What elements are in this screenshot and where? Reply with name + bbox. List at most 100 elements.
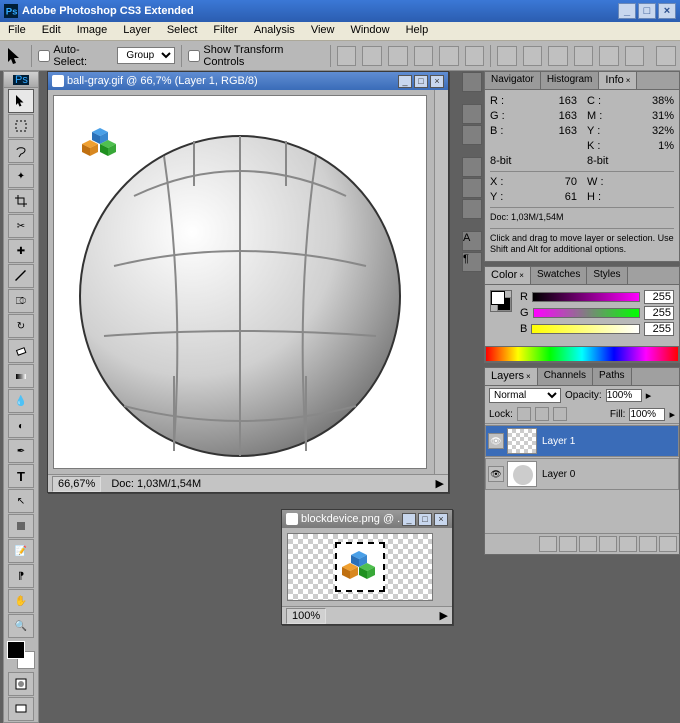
layer-style-icon[interactable] [559, 536, 577, 552]
eraser-tool[interactable] [8, 339, 34, 363]
distribute-icon[interactable] [599, 46, 619, 66]
marquee-tool[interactable] [8, 114, 34, 138]
slice-tool[interactable]: ✂ [8, 214, 34, 238]
gradient-tool[interactable] [8, 364, 34, 388]
blur-tool[interactable]: 💧 [8, 389, 34, 413]
character-icon[interactable]: A [462, 231, 482, 251]
brush-tool[interactable] [8, 264, 34, 288]
canvas-area[interactable] [288, 534, 432, 600]
g-slider[interactable] [533, 308, 640, 318]
status-arrow-icon[interactable]: ▶ [436, 477, 444, 490]
shape-tool[interactable] [8, 514, 34, 538]
tab-channels[interactable]: Channels [538, 368, 593, 385]
menu-analysis[interactable]: Analysis [246, 22, 303, 40]
distribute-icon[interactable] [497, 46, 517, 66]
menu-select[interactable]: Select [159, 22, 206, 40]
pen-tool[interactable]: ✒ [8, 439, 34, 463]
fill-input[interactable] [629, 408, 665, 421]
doc-maximize-button[interactable]: □ [414, 75, 428, 88]
align-hcenter-icon[interactable] [439, 46, 459, 66]
distribute-icon[interactable] [574, 46, 594, 66]
color-swatches[interactable] [7, 641, 35, 669]
stamp-tool[interactable]: ⎄ [8, 289, 34, 313]
layer-row[interactable]: 👁 Layer 1 [485, 425, 679, 457]
distribute-icon[interactable] [548, 46, 568, 66]
heal-tool[interactable]: ✚ [8, 239, 34, 263]
tab-color[interactable]: Color× [485, 267, 531, 284]
zoom-tool[interactable]: 🔍 [8, 614, 34, 638]
type-tool[interactable]: T [8, 464, 34, 488]
notes-tool[interactable]: 📝 [8, 539, 34, 563]
maximize-button[interactable]: □ [638, 3, 656, 19]
doc-close-button[interactable]: × [430, 75, 444, 88]
doc-close-button[interactable]: × [434, 513, 448, 526]
tab-info[interactable]: Info× [599, 72, 637, 89]
doc-maximize-button[interactable]: □ [418, 513, 432, 526]
color-swatch-fg-bg[interactable] [490, 290, 512, 312]
lasso-tool[interactable] [8, 139, 34, 163]
delete-layer-icon[interactable] [659, 536, 677, 552]
align-left-icon[interactable] [414, 46, 434, 66]
layer-thumbnail[interactable] [507, 428, 537, 454]
screenmode-tool[interactable] [8, 697, 34, 721]
quickmask-tool[interactable] [8, 672, 34, 696]
opacity-input[interactable] [606, 389, 642, 402]
g-value[interactable]: 255 [644, 306, 674, 320]
lock-all-icon[interactable] [553, 407, 567, 421]
menu-edit[interactable]: Edit [34, 22, 69, 40]
brushes-icon[interactable] [462, 157, 482, 177]
status-arrow-icon[interactable]: ▶ [440, 609, 448, 622]
menu-image[interactable]: Image [69, 22, 116, 40]
tab-swatches[interactable]: Swatches [531, 267, 587, 284]
visibility-toggle[interactable]: 👁 [488, 466, 504, 482]
show-transform-checkbox[interactable]: Show Transform Controls [188, 44, 324, 68]
auto-select-group[interactable]: Group [117, 47, 175, 64]
opacity-arrow-icon[interactable]: ▸ [646, 389, 652, 402]
align-vcenter-icon[interactable] [362, 46, 382, 66]
dodge-tool[interactable]: ◐ [8, 414, 34, 438]
vertical-scrollbar[interactable] [434, 90, 448, 474]
layer-name[interactable]: Layer 0 [542, 469, 676, 480]
blend-mode-select[interactable]: Normal [489, 388, 561, 403]
link-layers-icon[interactable] [539, 536, 557, 552]
path-tool[interactable]: ↖ [8, 489, 34, 513]
menu-window[interactable]: Window [342, 22, 397, 40]
distribute-icon[interactable] [625, 46, 645, 66]
align-right-icon[interactable] [465, 46, 485, 66]
zoom-readout[interactable]: 66,67% [52, 476, 101, 492]
auto-select-checkbox[interactable]: Auto-Select: [38, 44, 111, 68]
layer-thumbnail[interactable] [507, 461, 537, 487]
dock-icon[interactable] [462, 72, 482, 92]
tab-styles[interactable]: Styles [587, 267, 627, 284]
menu-help[interactable]: Help [398, 22, 437, 40]
tab-navigator[interactable]: Navigator [485, 72, 541, 89]
tab-paths[interactable]: Paths [593, 368, 632, 385]
layer-row[interactable]: 👁 Layer 0 [485, 458, 679, 490]
visibility-toggle[interactable]: 👁 [488, 433, 504, 449]
paragraph-icon[interactable]: ¶ [462, 252, 482, 272]
eyedropper-tool[interactable]: ⁋ [8, 564, 34, 588]
layer-mask-icon[interactable] [579, 536, 597, 552]
close-button[interactable]: × [658, 3, 676, 19]
menu-filter[interactable]: Filter [205, 22, 245, 40]
history-brush-tool[interactable]: ↻ [8, 314, 34, 338]
tool-presets-icon[interactable] [462, 199, 482, 219]
tab-layers[interactable]: Layers× [485, 368, 538, 385]
align-bottom-icon[interactable] [388, 46, 408, 66]
align-top-icon[interactable] [337, 46, 357, 66]
doc-minimize-button[interactable]: _ [402, 513, 416, 526]
menu-view[interactable]: View [303, 22, 343, 40]
b-slider[interactable] [531, 324, 640, 334]
wand-tool[interactable]: ✦ [8, 164, 34, 188]
actions-icon[interactable] [462, 125, 482, 145]
lock-position-icon[interactable] [535, 407, 549, 421]
r-value[interactable]: 255 [644, 290, 674, 304]
doc-minimize-button[interactable]: _ [398, 75, 412, 88]
distribute-icon[interactable] [523, 46, 543, 66]
clone-icon[interactable] [462, 178, 482, 198]
r-slider[interactable] [532, 292, 640, 302]
lock-pixels-icon[interactable] [517, 407, 531, 421]
adjustment-layer-icon[interactable] [599, 536, 617, 552]
move-tool[interactable] [8, 89, 34, 113]
zoom-readout[interactable]: 100% [286, 608, 326, 624]
